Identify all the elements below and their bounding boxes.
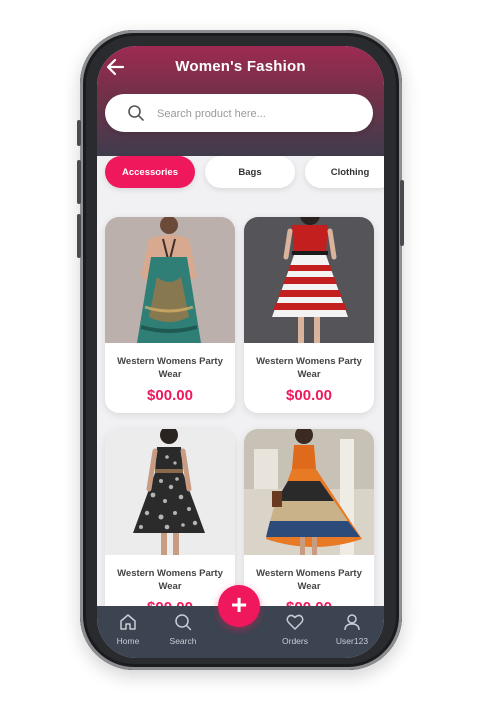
phone-side-button [77, 214, 81, 258]
product-name: Western Womens Party Wear [117, 356, 223, 380]
category-chip-clothing[interactable]: Clothing [305, 156, 384, 188]
product-image [105, 217, 235, 343]
nav-label: Search [169, 636, 197, 646]
product-name: Western Womens Party Wear [117, 568, 223, 592]
chip-label: Clothing [330, 166, 370, 178]
chip-label: Accessories [122, 166, 178, 178]
search-icon [175, 614, 192, 631]
nav-label: Orders [282, 636, 308, 646]
search-bar[interactable] [105, 94, 373, 132]
app-screen: Women's Fashion Accessories Bags Clothin… [97, 46, 384, 658]
product-price: $00.00 [286, 387, 332, 404]
category-chip-accessories[interactable]: Accessories [105, 156, 195, 188]
product-card[interactable]: Western Womens Party Wear $00.00 [244, 217, 374, 413]
nav-item-orders[interactable]: Orders [270, 606, 320, 658]
search-input[interactable] [155, 103, 359, 125]
phone-side-button [77, 120, 81, 146]
nav-item-search[interactable]: Search [158, 606, 208, 658]
product-name: Western Womens Party Wear [256, 568, 362, 592]
add-button[interactable]: + [218, 585, 260, 627]
product-image [244, 217, 374, 343]
product-image [105, 429, 235, 555]
product-card[interactable]: Western Womens Party Wear $00.00 [244, 429, 374, 625]
category-chip-bags[interactable]: Bags [205, 156, 295, 188]
product-price: $00.00 [147, 387, 193, 404]
user-icon [344, 614, 360, 631]
nav-label: Home [116, 636, 140, 646]
nav-item-home[interactable]: Home [103, 606, 153, 658]
heart-icon [286, 614, 304, 630]
nav-label: User123 [335, 636, 369, 646]
search-icon [127, 104, 145, 122]
phone-side-button [77, 160, 81, 204]
chip-label: Bags [238, 166, 262, 178]
product-name: Western Womens Party Wear [256, 356, 362, 380]
app-header: Women's Fashion [97, 46, 384, 156]
product-image [244, 429, 374, 555]
product-card[interactable]: Western Womens Party Wear $00.00 [105, 217, 235, 413]
home-icon [120, 614, 136, 630]
nav-item-user[interactable]: User123 [327, 606, 377, 658]
phone-side-button [400, 180, 404, 246]
product-card[interactable]: Western Womens Party Wear $00.00 [105, 429, 235, 625]
page-title: Women's Fashion [175, 58, 306, 75]
